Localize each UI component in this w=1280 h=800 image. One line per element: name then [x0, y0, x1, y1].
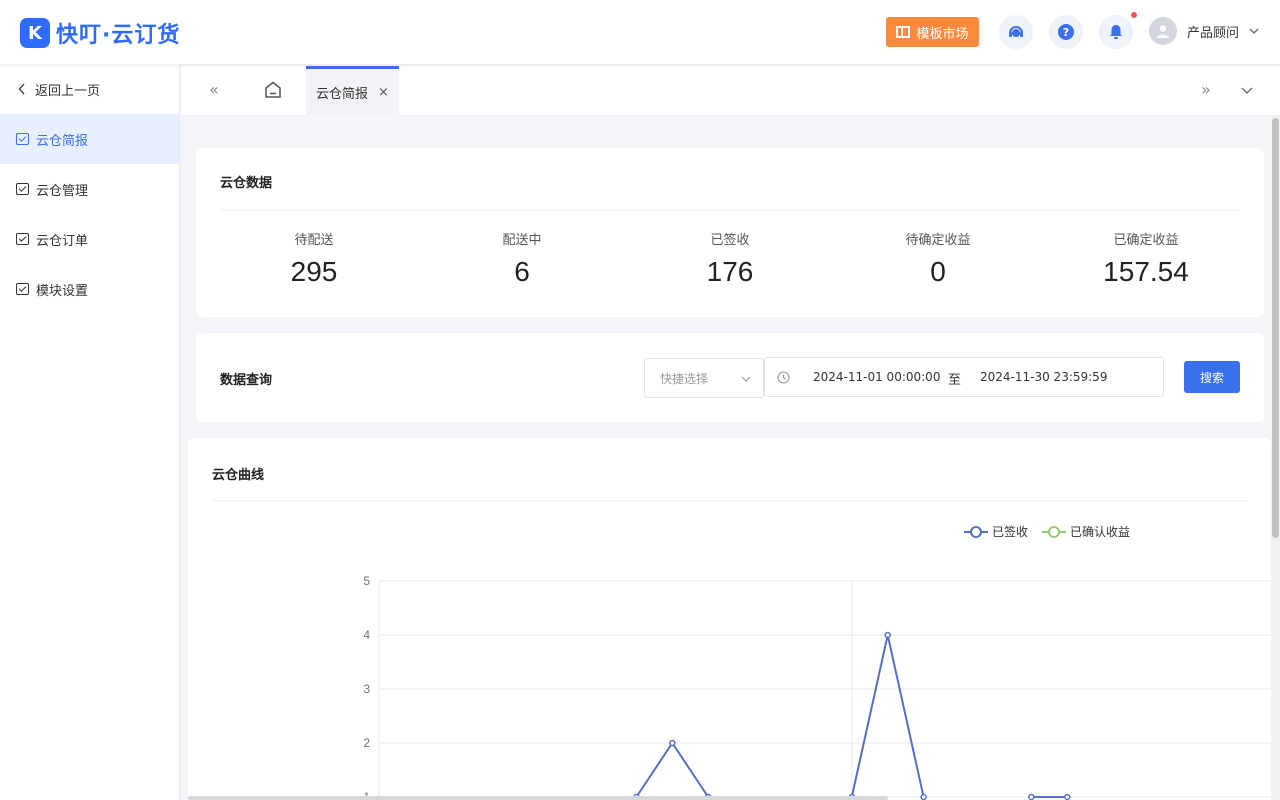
stat-value: 6: [514, 256, 530, 287]
template-market-button[interactable]: 模板市场: [886, 17, 979, 47]
stat-label: 已签收: [710, 233, 750, 248]
stat-confirmed-revenue: 已确定收益 157.54: [1042, 229, 1250, 288]
quick-select-dropdown[interactable]: 快捷选择: [644, 358, 764, 398]
stat-label: 配送中: [502, 233, 542, 248]
back-label: 返回上一页: [35, 83, 101, 99]
svg-text:?: ?: [1063, 26, 1069, 39]
stat-pending-revenue: 待确定收益 0: [834, 229, 1042, 288]
sidebar-item-label: 模块设置: [36, 283, 89, 299]
legend-marker: [970, 526, 982, 538]
sidebar-item-orders[interactable]: 云仓订单: [0, 214, 179, 264]
back-link[interactable]: 返回上一页: [0, 64, 179, 114]
start-date-input[interactable]: 2024-11-01 00:00:00: [813, 370, 940, 384]
y-tick-label: 3: [363, 682, 370, 696]
scrollbar-thumb[interactable]: [1272, 118, 1279, 538]
chevron-left-icon: [18, 83, 25, 95]
sidebar-item-label: 云仓简报: [36, 133, 89, 149]
help-icon: ?: [1058, 24, 1074, 40]
y-tick-label: 4: [363, 628, 370, 642]
legend-label: 已签收: [992, 524, 1028, 539]
menu-icon: [16, 283, 29, 295]
sidebar-item-label: 云仓管理: [36, 183, 89, 199]
data-point: [884, 631, 891, 639]
data-point: [1063, 793, 1071, 800]
bell-icon: [1110, 25, 1122, 39]
template-icon: [896, 26, 911, 38]
stat-signed: 已签收 176: [626, 229, 834, 288]
data-point: [669, 739, 676, 747]
stat-label: 已确定收益: [1113, 233, 1179, 248]
tab-scroll-left-icon[interactable]: «: [209, 80, 219, 99]
tab-bar: « 云仓简报 × »: [181, 66, 1280, 116]
stat-value: 157.54: [1103, 256, 1189, 287]
notification-dot: [1131, 12, 1137, 18]
user-icon: [1157, 25, 1169, 38]
y-tick-label: 2: [363, 736, 370, 750]
avatar: [1149, 17, 1177, 45]
stat-value: 0: [930, 256, 946, 287]
logo-text: 快叮·云订货: [56, 23, 181, 48]
summary-card: 云仓数据 待配送 295 配送中 6 已签收 176 待确定收益 0 已确定收益…: [196, 148, 1264, 317]
tab-overview[interactable]: 云仓简报 ×: [306, 66, 399, 116]
tab-label: 云仓简报: [316, 87, 369, 102]
search-button[interactable]: 搜索: [1184, 361, 1240, 393]
logo[interactable]: K 快叮·云订货: [20, 17, 180, 49]
end-date-input[interactable]: 2024-11-30 23:59:59: [980, 370, 1107, 384]
menu-icon: [16, 233, 29, 245]
sidebar-item-label: 云仓订单: [36, 233, 89, 249]
curve-chart: 54321已签收 已确认收益: [188, 524, 1271, 800]
customer-service-button[interactable]: [999, 15, 1033, 49]
menu-icon: [16, 183, 29, 195]
headset-icon: [1009, 26, 1023, 37]
stat-label: 待配送: [294, 233, 334, 248]
stat-pending-delivery: 待配送 295: [210, 229, 418, 288]
tab-scroll-right-icon[interactable]: »: [1201, 80, 1211, 99]
user-menu[interactable]: 产品顾问: [1149, 17, 1259, 45]
clock-icon: [777, 371, 790, 384]
date-range-picker[interactable]: 2024-11-01 00:00:00 至 2024-11-30 23:59:5…: [764, 357, 1164, 397]
tab-menu-chevron-icon[interactable]: [1241, 84, 1253, 96]
user-name: 产品顾问: [1187, 25, 1240, 41]
query-title: 数据查询: [220, 373, 273, 388]
y-tick-label: 5: [363, 574, 370, 588]
sidebar: 返回上一页 云仓简报 云仓管理 云仓订单 模块设置: [0, 64, 180, 800]
sidebar-item-overview[interactable]: 云仓简报: [0, 114, 179, 164]
logo-icon: K: [20, 18, 50, 48]
data-point: [920, 793, 927, 800]
stat-value: 295: [290, 256, 338, 287]
help-button[interactable]: ?: [1049, 15, 1083, 49]
sidebar-item-management[interactable]: 云仓管理: [0, 164, 179, 214]
data-point: [1028, 793, 1035, 800]
close-icon[interactable]: ×: [378, 85, 389, 100]
series-line: [635, 634, 1068, 798]
summary-title: 云仓数据: [220, 176, 273, 191]
home-icon[interactable]: [263, 80, 283, 100]
stat-value: 176: [706, 256, 754, 287]
quick-select-placeholder: 快捷选择: [660, 371, 709, 386]
top-header: K 快叮·云订货 模板市场 ? 产品顾问: [0, 0, 1280, 64]
chart-scroll-track: [188, 796, 888, 800]
legend-marker: [1048, 526, 1060, 538]
range-separator: 至: [948, 373, 962, 388]
stat-in-delivery: 配送中 6: [418, 229, 626, 288]
menu-icon: [16, 133, 29, 145]
template-market-label: 模板市场: [916, 26, 969, 42]
notification-button[interactable]: [1099, 15, 1133, 49]
sidebar-item-settings[interactable]: 模块设置: [0, 264, 179, 314]
chevron-down-icon: [741, 376, 751, 382]
legend-label: 已确认收益: [1070, 525, 1130, 539]
divider: [220, 209, 1240, 210]
stat-label: 待确定收益: [905, 233, 971, 248]
chevron-down-icon: [1249, 28, 1259, 34]
